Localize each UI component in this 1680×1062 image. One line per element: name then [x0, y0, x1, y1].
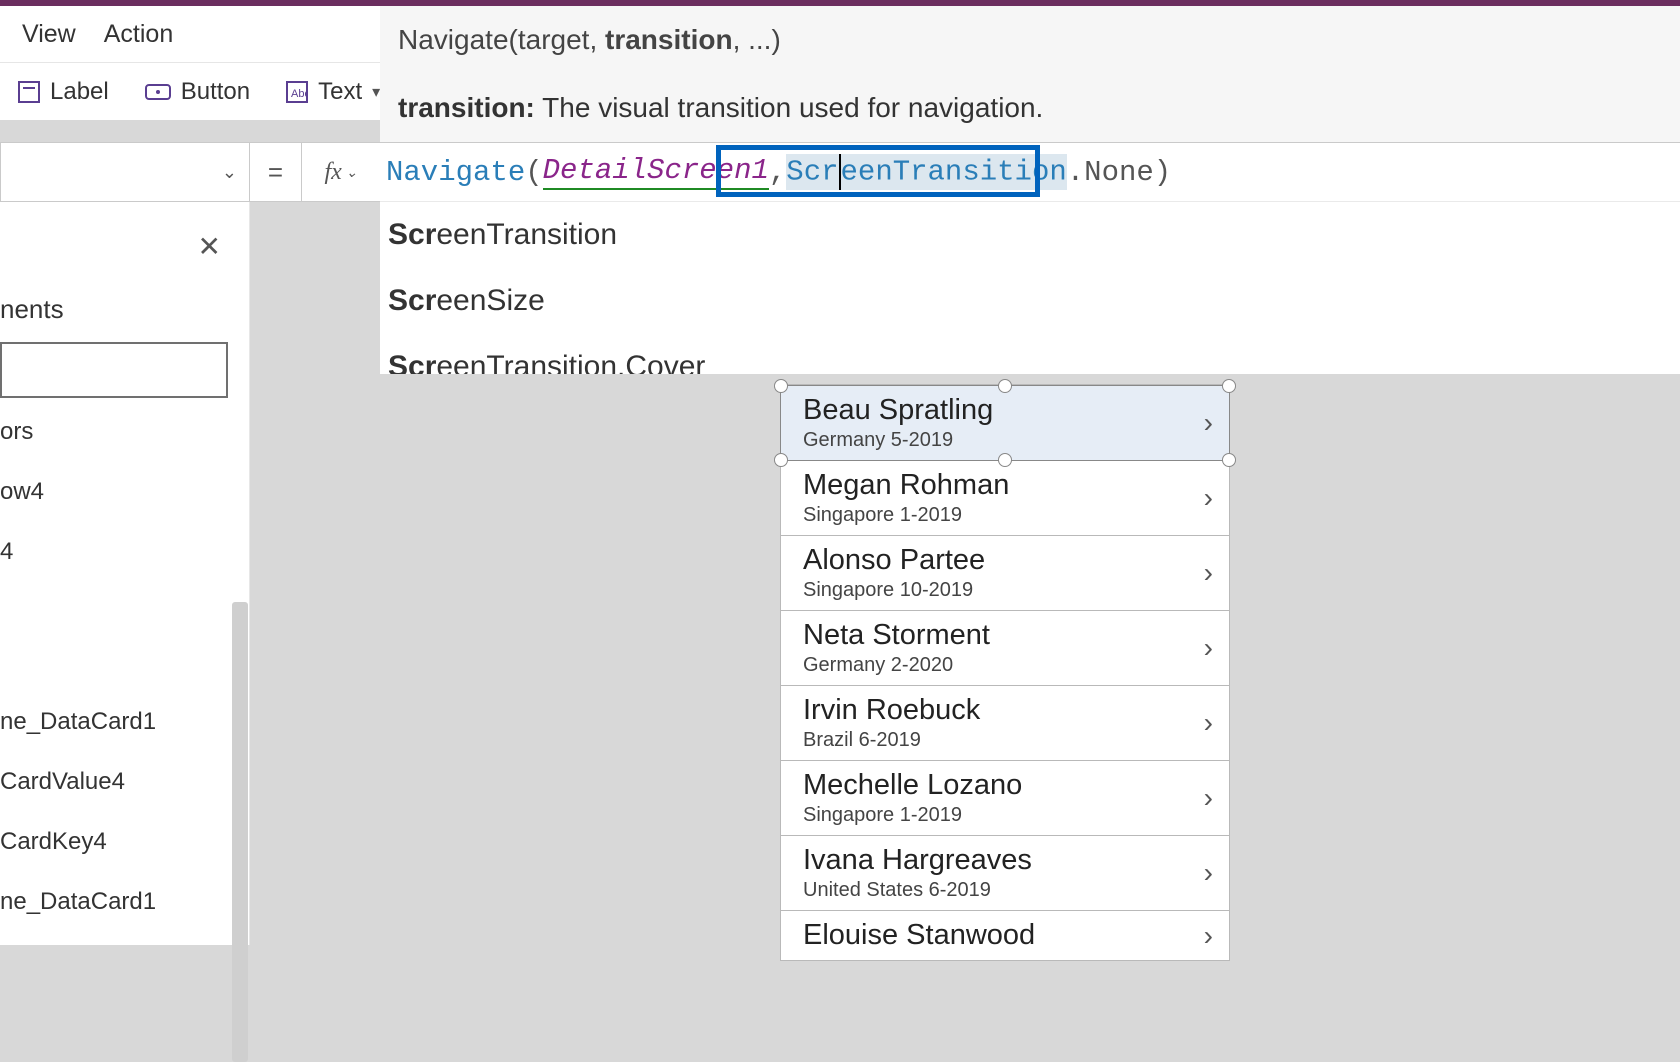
tree-item[interactable]: CardValue4: [0, 752, 241, 812]
tree-item[interactable]: 4: [0, 522, 241, 582]
list-item-subtitle: Singapore 10-2019: [803, 579, 1215, 602]
svg-text:Abc: Abc: [291, 88, 308, 100]
insert-text-button[interactable]: Abc Text ▾: [268, 63, 398, 120]
property-selector[interactable]: ⌄: [0, 142, 250, 202]
insert-text-text: Text: [318, 78, 362, 106]
list-item-title: Mechelle Lozano: [803, 769, 1215, 802]
list-item-subtitle: Singapore 1-2019: [803, 804, 1215, 827]
formula-dot: .: [1067, 156, 1084, 189]
scrollbar-thumb[interactable]: [232, 602, 248, 1062]
list-item-subtitle: United States 6-2019: [803, 879, 1215, 902]
label-icon: [18, 81, 40, 103]
tree-item[interactable]: CardKey4: [0, 812, 241, 872]
insert-button-text: Button: [181, 78, 250, 106]
chevron-down-icon: ⌄: [346, 164, 358, 181]
tree-item[interactable]: ors: [0, 402, 241, 462]
tree-item[interactable]: ow4: [0, 462, 241, 522]
tree-item[interactable]: ne_DataCard1: [0, 872, 241, 932]
formula-bar[interactable]: Navigate(DetailScreen1, ScreenTransition…: [380, 142, 1680, 202]
formula-arg1: DetailScreen1: [543, 154, 769, 190]
parameter-description: transition: The visual transition used f…: [398, 92, 1680, 124]
insert-button-button[interactable]: Button: [127, 63, 268, 120]
chevron-right-icon[interactable]: ›: [1204, 782, 1213, 814]
chevron-right-icon[interactable]: ›: [1204, 920, 1213, 952]
chevron-right-icon[interactable]: ›: [1204, 407, 1213, 439]
function-signature-hint: Navigate(target, transition, ...) transi…: [380, 6, 1680, 142]
list-item-subtitle: Germany 5-2019: [803, 429, 1215, 452]
formula-function: Navigate: [386, 156, 525, 189]
list-item[interactable]: Neta Storment Germany 2-2020 ›: [781, 611, 1229, 686]
insert-label-button[interactable]: Label: [0, 63, 127, 120]
list-item-title: Alonso Partee: [803, 544, 1215, 577]
tree-search-input[interactable]: [0, 342, 228, 398]
list-item-title: Neta Storment: [803, 619, 1215, 652]
equals-label: =: [250, 142, 302, 202]
chevron-right-icon[interactable]: ›: [1204, 857, 1213, 889]
close-icon[interactable]: ✕: [198, 230, 221, 263]
list-item[interactable]: Ivana Hargreaves United States 6-2019 ›: [781, 836, 1229, 911]
chevron-right-icon[interactable]: ›: [1204, 632, 1213, 664]
suggestion-item[interactable]: ScreenSize: [380, 268, 1680, 334]
chevron-down-icon: ▾: [372, 82, 380, 102]
suggestion-item[interactable]: ScreenTransition: [380, 202, 1680, 268]
list-item-subtitle: Singapore 1-2019: [803, 504, 1215, 527]
chevron-right-icon[interactable]: ›: [1204, 482, 1213, 514]
selection-handle[interactable]: [774, 379, 788, 393]
gallery-list: Beau Spratling Germany 5-2019 › Megan Ro…: [780, 384, 1230, 961]
tree-heading: nents: [0, 294, 64, 325]
signature-line: Navigate(target, transition, ...): [398, 24, 1680, 56]
chevron-right-icon[interactable]: ›: [1204, 557, 1213, 589]
button-icon: [145, 82, 171, 102]
list-item[interactable]: Elouise Stanwood ›: [781, 911, 1229, 960]
formula-close-paren: ): [1154, 156, 1171, 189]
selection-handle[interactable]: [998, 379, 1012, 393]
list-item[interactable]: Megan Rohman Singapore 1-2019 ›: [781, 461, 1229, 536]
insert-label-text: Label: [50, 78, 109, 106]
list-item[interactable]: Mechelle Lozano Singapore 1-2019 ›: [781, 761, 1229, 836]
formula-comma: ,: [769, 156, 786, 189]
list-item[interactable]: Irvin Roebuck Brazil 6-2019 ›: [781, 686, 1229, 761]
list-item[interactable]: Beau Spratling Germany 5-2019 ›: [781, 385, 1229, 461]
list-item-title: Megan Rohman: [803, 469, 1215, 502]
list-item-title: Elouise Stanwood: [803, 919, 1215, 952]
formula-member: None: [1084, 156, 1154, 189]
menu-view[interactable]: View: [8, 20, 90, 49]
list-item[interactable]: Alonso Partee Singapore 10-2019 ›: [781, 536, 1229, 611]
chevron-right-icon[interactable]: ›: [1204, 707, 1213, 739]
formula-enum: ScreenTransition: [786, 154, 1066, 190]
menu-action[interactable]: Action: [90, 20, 187, 49]
selection-handle[interactable]: [1222, 379, 1236, 393]
list-item-title: Ivana Hargreaves: [803, 844, 1215, 877]
list-item-subtitle: Brazil 6-2019: [803, 729, 1215, 752]
insert-toolbar: Label Button Abc Text ▾: [0, 62, 380, 120]
fx-button[interactable]: fx ⌄: [302, 142, 380, 202]
list-item-title: Beau Spratling: [803, 394, 1215, 427]
list-item-subtitle: Germany 2-2020: [803, 654, 1215, 677]
tree-item[interactable]: ne_DataCard1: [0, 692, 241, 752]
chevron-down-icon: ⌄: [222, 162, 237, 183]
formula-open-paren: (: [525, 156, 542, 189]
list-item-title: Irvin Roebuck: [803, 694, 1215, 727]
app-canvas: Beau Spratling Germany 5-2019 › Megan Ro…: [250, 374, 1680, 945]
tree-view-panel: ✕ nents ors ow4 4 ne_DataCard1 CardValue…: [0, 202, 250, 945]
autocomplete-panel: ScreenTransition ScreenSize ScreenTransi…: [380, 202, 1680, 401]
menu-bar: View Action: [0, 6, 380, 62]
text-icon: Abc: [286, 81, 308, 103]
